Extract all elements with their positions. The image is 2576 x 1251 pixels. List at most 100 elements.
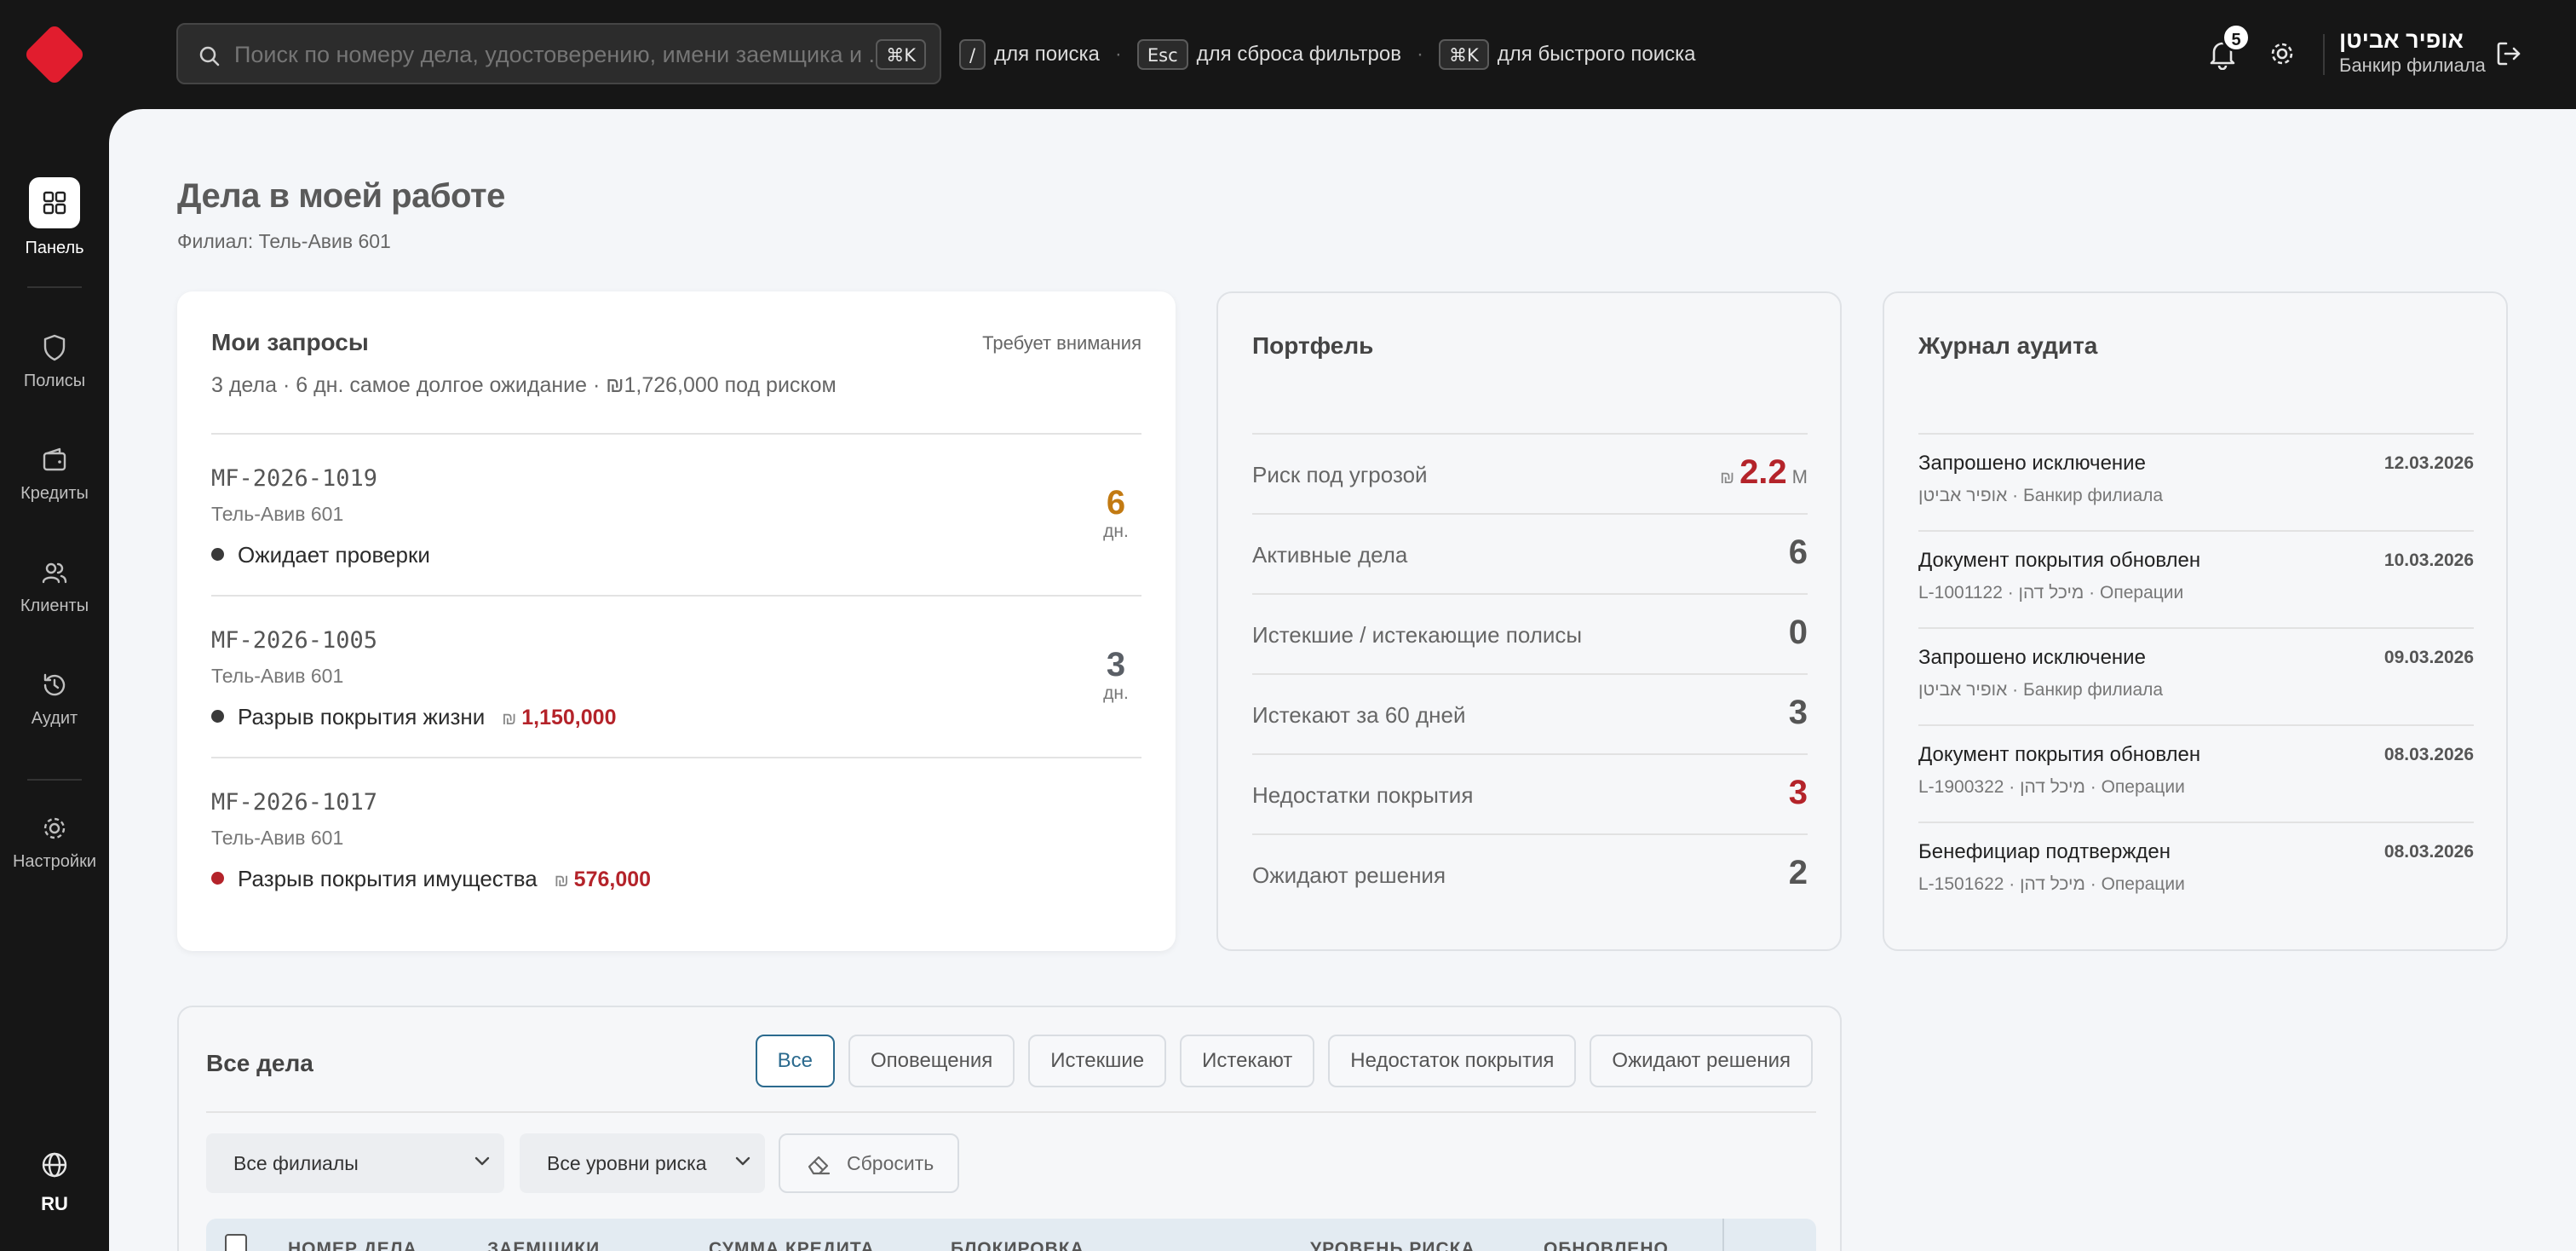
filter-coverage-gap[interactable]: Недостаток покрытия	[1328, 1035, 1577, 1087]
gear-icon[interactable]	[2268, 39, 2297, 68]
portfolio-row[interactable]: Активные дела 6	[1252, 513, 1808, 593]
metric-label: Истекшие / истекающие полисы	[1252, 622, 1583, 648]
chevron-down-icon	[735, 1156, 750, 1166]
waiting-days: 3 дн.	[1090, 646, 1141, 704]
waiting-days: 6 дн.	[1090, 484, 1141, 542]
case-id: MF-2026-1005	[211, 627, 378, 654]
brand-logo-icon[interactable]	[20, 20, 89, 89]
case-branch: Тель-Авив 601	[211, 665, 344, 687]
hint-separator: ·	[1114, 43, 1122, 66]
audit-row[interactable]: Запрошено исключение 12.03.2026 אופיר אב…	[1918, 433, 2474, 530]
request-item[interactable]: MF-2026-1019 Тель-Авив 601 Ожидает прове…	[211, 435, 1141, 595]
top-bar: ⌘K / для поиска · Esc для сброса фильтро…	[0, 0, 2576, 109]
column-header-borrowers[interactable]: ЗАЕМЩИКИ	[487, 1239, 600, 1251]
portfolio-row[interactable]: Ожидают решения 2	[1252, 833, 1808, 914]
sidebar-item-label: Кредиты	[20, 484, 89, 503]
language-switch[interactable]: RU	[0, 1150, 109, 1215]
hint-key: ⌘K	[1439, 39, 1489, 70]
portfolio-row[interactable]: Недостатки покрытия 3	[1252, 753, 1808, 833]
metric-label: Риск под угрозой	[1252, 462, 1428, 487]
select-all-checkbox[interactable]	[225, 1234, 247, 1251]
sidebar-item-label: Клиенты	[20, 597, 89, 615]
card-title: Все дела	[206, 1050, 313, 1076]
page-title: Дела в моей работе	[177, 177, 505, 215]
currency-symbol: ₪	[1720, 469, 1735, 487]
sidebar-item-clients[interactable]: Клиенты	[0, 557, 109, 616]
card-title: Портфель	[1252, 332, 1374, 359]
risk-select-value: Все уровни риска	[547, 1152, 707, 1174]
requests-summary: 3 дела · 6 дн. самое долгое ожидание · ₪…	[211, 373, 837, 397]
search-icon	[199, 46, 220, 66]
audit-date: 08.03.2026	[2383, 842, 2474, 862]
column-header-risk-level[interactable]: УРОВЕНЬ РИСКА	[1310, 1239, 1475, 1251]
audit-row[interactable]: Бенефициар подтвержден 08.03.2026 L-1501…	[1918, 822, 2474, 919]
sidebar-item-label: Панель	[25, 239, 84, 257]
audit-row[interactable]: Запрошено исключение 09.03.2026 אופיר אב…	[1918, 627, 2474, 724]
user-name: אופיר אביטן	[2339, 27, 2464, 53]
metric-value: 3	[1788, 774, 1808, 811]
column-header-updated[interactable]: ОБНОВЛЕНО	[1544, 1239, 1669, 1251]
column-header-case-number[interactable]: НОМЕР ДЕЛА	[288, 1239, 417, 1251]
hint-key: /	[959, 39, 986, 70]
notifications-badge: 5	[2222, 23, 2251, 52]
search-shortcut-kbd: ⌘K	[876, 39, 926, 70]
hint-text: для поиска	[994, 43, 1100, 66]
case-status: Разрыв покрытия имущества ₪ 576,000	[211, 866, 651, 892]
column-header-lock[interactable]: БЛОКИРОВКА	[951, 1239, 1084, 1251]
branch-select-value: Все филиалы	[233, 1152, 359, 1174]
filter-alerts[interactable]: Оповещения	[848, 1035, 1015, 1087]
portfolio-row[interactable]: Риск под угрозой ₪ 2.2 M	[1252, 433, 1808, 513]
currency-symbol: ₪	[502, 710, 517, 729]
filter-expiring[interactable]: Истекают	[1180, 1035, 1315, 1087]
sidebar-item-policies[interactable]: Полисы	[0, 332, 109, 391]
user-role: Банкир филиала	[2339, 55, 2486, 76]
case-branch: Тель-Авив 601	[211, 503, 344, 525]
audit-action: Запрошено исключение	[1918, 452, 2146, 475]
sidebar-item-dashboard[interactable]: Панель	[0, 177, 109, 258]
logout-icon[interactable]	[2494, 39, 2523, 68]
request-item[interactable]: MF-2026-1005 Тель-Авив 601 Разрыв покрыт…	[211, 597, 1141, 757]
portfolio-row[interactable]: Истекшие / истекающие полисы 0	[1252, 593, 1808, 673]
portfolio-row[interactable]: Истекают за 60 дней 3	[1252, 673, 1808, 753]
risk-amount: 1,150,000	[521, 706, 617, 729]
search-box[interactable]: ⌘K	[176, 23, 941, 84]
page-subtitle: Филиал: Тель-Авив 601	[177, 230, 391, 252]
audit-row[interactable]: Документ покрытия обновлен 10.03.2026 L-…	[1918, 530, 2474, 627]
sidebar-divider	[27, 286, 82, 288]
sidebar-item-label: Аудит	[31, 709, 78, 728]
days-count: 6	[1106, 484, 1126, 522]
currency-symbol: ₪	[554, 872, 569, 891]
sidebar-item-loans[interactable]: Кредиты	[0, 445, 109, 504]
history-icon	[43, 673, 66, 696]
sidebar-item-settings[interactable]: Настройки	[0, 813, 109, 872]
reset-button[interactable]: Сбросить	[779, 1133, 959, 1193]
card-title: Журнал аудита	[1918, 332, 2098, 359]
audit-row[interactable]: Документ покрытия обновлен 08.03.2026 L-…	[1918, 724, 2474, 822]
audit-action: Бенефициар подтвержден	[1918, 840, 2171, 863]
metric-value: 3	[1788, 694, 1808, 731]
all-cases-card: Все дела Все Оповещения Истекшие Истекаю…	[177, 1006, 1842, 1251]
filter-expired[interactable]: Истекшие	[1028, 1035, 1167, 1087]
filter-pending[interactable]: Ожидают решения	[1590, 1035, 1813, 1087]
request-item[interactable]: MF-2026-1017 Тель-Авив 601 Разрыв покрыт…	[211, 758, 1141, 919]
filter-all[interactable]: Все	[755, 1035, 835, 1087]
status-dot	[211, 710, 224, 723]
hint-separator: ·	[1417, 43, 1423, 66]
sidebar-item-audit[interactable]: Аудит	[0, 670, 109, 729]
reset-label: Сбросить	[847, 1152, 934, 1174]
status-text: Разрыв покрытия жизни	[238, 704, 486, 729]
case-id: MF-2026-1019	[211, 465, 378, 492]
search-input[interactable]	[234, 37, 916, 72]
portfolio-card: Портфель Риск под угрозой ₪ 2.2 M Активные…	[1216, 291, 1842, 951]
wallet-icon	[43, 447, 66, 471]
users-icon	[42, 562, 67, 584]
column-header-loan-amount[interactable]: СУММА КРЕДИТА	[709, 1239, 875, 1251]
branch-select[interactable]: Все филиалы	[206, 1133, 504, 1193]
metric-label: Активные дела	[1252, 542, 1408, 568]
risk-select[interactable]: Все уровни риска	[520, 1133, 765, 1193]
eraser-icon	[808, 1156, 831, 1175]
sidebar-item-label: Настройки	[12, 852, 97, 871]
audit-log-card: Журнал аудита Запрошено исключение 12.03…	[1883, 291, 2508, 951]
globe-icon	[42, 1152, 67, 1178]
gear-icon	[43, 817, 66, 839]
